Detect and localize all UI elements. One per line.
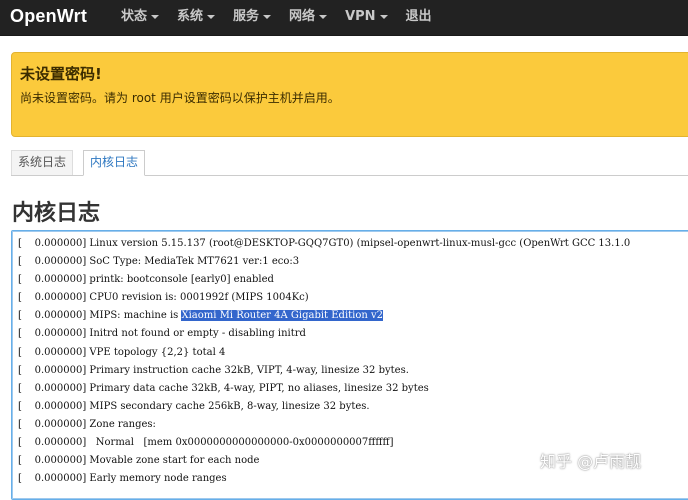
log-line: [ 0.000000] SoC Type: MediaTek MT7621 ve… bbox=[18, 253, 630, 271]
page-title: 内核日志 bbox=[12, 201, 101, 226]
menu-network-label: 网络 bbox=[289, 9, 316, 24]
menu-network[interactable]: 网络 bbox=[280, 0, 336, 35]
log-line-text: [ 0.000000] Primary instruction cache 32… bbox=[18, 364, 409, 376]
log-tabs: 系统日志 内核日志 bbox=[11, 150, 688, 176]
menu-services[interactable]: 服务 bbox=[224, 0, 280, 35]
alert-title: 未设置密码! bbox=[20, 65, 102, 83]
log-line-text: [ 0.000000] MIPS secondary cache 256kB, … bbox=[18, 400, 370, 412]
alert-message: 尚未设置密码。请为 root 用户设置密码以保护主机并启用。 bbox=[20, 91, 340, 105]
log-lines: [ 0.000000] Linux version 5.15.137 (root… bbox=[18, 235, 630, 488]
selected-text: Xiaomi Mi Router 4A Gigabit Edition v2 bbox=[181, 310, 384, 322]
log-line-text: [ 0.000000] Primary data cache 32kB, 4-w… bbox=[18, 382, 429, 394]
chevron-down-icon bbox=[207, 14, 216, 19]
menu-vpn[interactable]: VPN bbox=[336, 0, 396, 35]
log-line: [ 0.000000] CPU0 revision is: 0001992f (… bbox=[18, 289, 630, 307]
log-line: [ 0.000000] Primary data cache 32kB, 4-w… bbox=[18, 380, 630, 398]
chevron-down-icon bbox=[319, 14, 328, 19]
log-line: [ 0.000000] Primary instruction cache 32… bbox=[18, 362, 630, 380]
log-line-text: [ 0.000000] Zone ranges: bbox=[18, 418, 156, 430]
menu-services-label: 服务 bbox=[233, 9, 260, 24]
log-line-text: [ 0.000000] VPE topology {2,2} total 4 bbox=[18, 346, 226, 358]
log-line-text: [ 0.000000] Linux version 5.15.137 (root… bbox=[18, 238, 631, 249]
tab-kernel-log[interactable]: 内核日志 bbox=[83, 150, 146, 176]
menu-logout-label: 退出 bbox=[405, 9, 432, 24]
menu-system[interactable]: 系统 bbox=[168, 0, 224, 35]
log-line: [ 0.000000] MIPS secondary cache 256kB, … bbox=[18, 398, 630, 416]
main-menu: 状态 系统 服务 网络 VPN 退出 bbox=[112, 0, 441, 35]
chevron-down-icon bbox=[151, 14, 160, 19]
log-line-text: [ 0.000000] printk: bootconsole [early0]… bbox=[18, 274, 274, 286]
log-line: [ 0.000000] Zone ranges: bbox=[18, 416, 630, 434]
menu-status-label: 状态 bbox=[121, 9, 148, 24]
log-line: [ 0.000000] Initrd not found or empty - … bbox=[18, 325, 630, 343]
log-line-text: [ 0.000000] Movable zone start for each … bbox=[18, 455, 260, 467]
no-password-alert: 未设置密码! 尚未设置密码。请为 root 用户设置密码以保护主机并启用。 bbox=[11, 52, 688, 137]
chevron-down-icon bbox=[379, 14, 388, 19]
menu-status[interactable]: 状态 bbox=[112, 0, 168, 35]
log-line-text: [ 0.000000] MIPS: machine is bbox=[18, 310, 182, 322]
brand-logo[interactable]: OpenWrt bbox=[10, 6, 87, 27]
menu-logout[interactable]: 退出 bbox=[397, 0, 441, 35]
menu-system-label: 系统 bbox=[177, 9, 204, 24]
watermark: 知乎 @卢雨靓 bbox=[540, 452, 642, 471]
log-line: [ 0.000000] Early memory node ranges bbox=[18, 470, 630, 488]
log-line: [ 0.000000] MIPS: machine is Xiaomi Mi R… bbox=[18, 307, 630, 325]
log-line: [ 0.000000] Movable zone start for each … bbox=[18, 452, 630, 470]
log-line: [ 0.000000] Linux version 5.15.137 (root… bbox=[18, 235, 630, 253]
log-line: [ 0.000000] Normal [mem 0x00000000000000… bbox=[18, 434, 630, 452]
log-line: [ 0.000000] VPE topology {2,2} total 4 bbox=[18, 344, 630, 362]
menu-vpn-label: VPN bbox=[345, 9, 376, 24]
log-line-text: [ 0.000000] Normal [mem 0x00000000000000… bbox=[18, 437, 394, 449]
log-line: [ 0.000000] printk: bootconsole [early0]… bbox=[18, 271, 630, 289]
log-line-text: [ 0.000000] SoC Type: MediaTek MT7621 ve… bbox=[18, 256, 300, 268]
top-navbar: OpenWrt 状态 系统 服务 网络 VPN 退出 bbox=[0, 0, 688, 36]
chevron-down-icon bbox=[263, 14, 272, 19]
tab-system-log[interactable]: 系统日志 bbox=[11, 150, 74, 175]
log-line-text: [ 0.000000] CPU0 revision is: 0001992f (… bbox=[18, 292, 309, 304]
log-line-text: [ 0.000000] Initrd not found or empty - … bbox=[18, 328, 306, 340]
log-line-text: [ 0.000000] Early memory node ranges bbox=[18, 473, 227, 485]
